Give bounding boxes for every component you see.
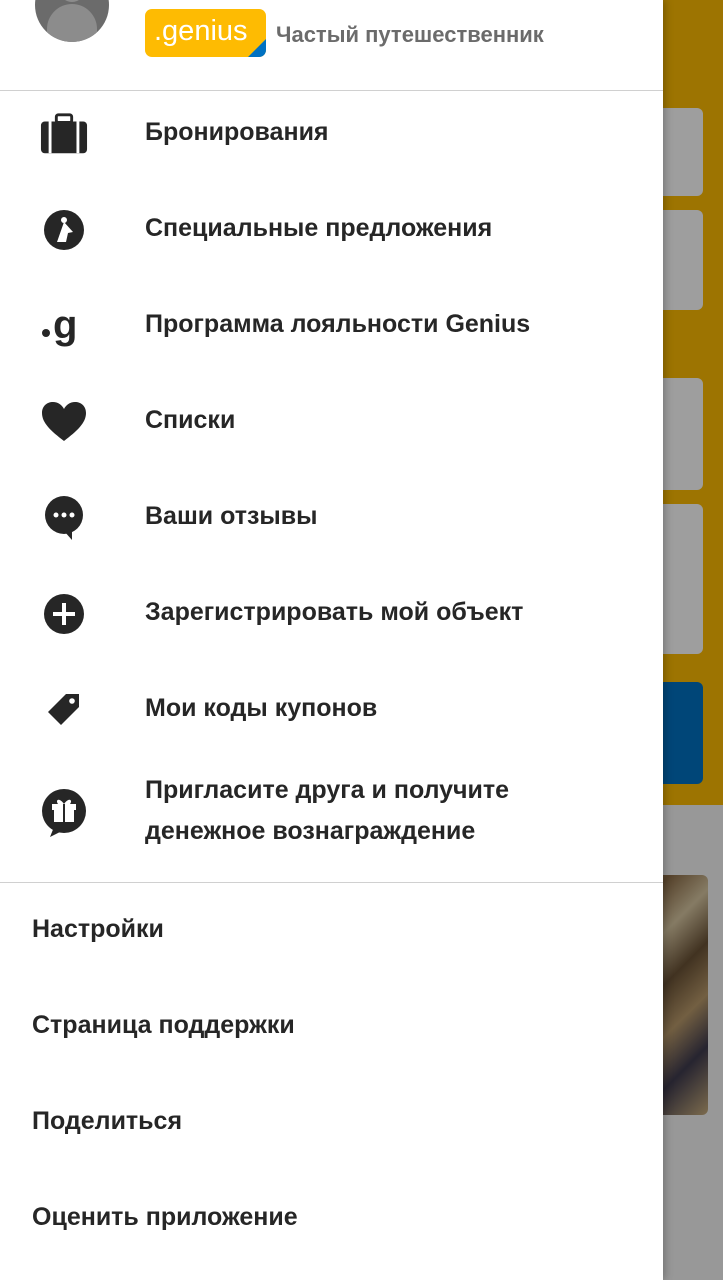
- menu-item-label: Пригласите друга и получите денежное воз…: [145, 776, 510, 845]
- menu-item-register-property[interactable]: Зарегистрировать мой объект: [0, 566, 663, 662]
- navigation-drawer: .genius Частый путешественник Бронирован…: [0, 0, 663, 1280]
- menu-item-label: Списки: [145, 406, 236, 434]
- menu-item-share[interactable]: Поделиться: [0, 1075, 663, 1171]
- menu-item-label: Программа лояльности Genius: [145, 310, 531, 338]
- menu-item-support[interactable]: Страница поддержки: [0, 979, 663, 1075]
- plus-circle-icon: [40, 590, 88, 638]
- genius-badge-text: .genius: [154, 15, 248, 47]
- menu-item-special-offers[interactable]: Специальные предложения: [0, 182, 663, 278]
- speech-bubble-icon: [40, 494, 88, 542]
- menu-item-coupon-codes[interactable]: Мои коды купонов: [0, 662, 663, 758]
- menu-item-label: Специальные предложения: [145, 214, 493, 242]
- genius-badge: .genius: [145, 9, 266, 57]
- genius-tier-label: Частый путешественник: [276, 22, 544, 47]
- menu-item-label: Поделиться: [32, 1107, 183, 1135]
- menu-item-label: Ваши отзывы: [145, 502, 318, 530]
- menu-item-label: Зарегистрировать мой объект: [145, 598, 524, 626]
- menu-item-lists[interactable]: Списки: [0, 374, 663, 470]
- profile-header[interactable]: .genius Частый путешественник: [0, 0, 663, 90]
- menu-item-reviews[interactable]: Ваши отзывы: [0, 470, 663, 566]
- menu-item-label: Бронирования: [145, 118, 329, 146]
- svg-text:g: g: [53, 303, 77, 347]
- menu-item-label: Настройки: [32, 915, 164, 943]
- menu-item-rate-app[interactable]: Оценить приложение: [0, 1171, 663, 1267]
- menu-item-bookings[interactable]: Бронирования: [0, 86, 663, 182]
- menu-item-label: Оценить приложение: [32, 1203, 298, 1231]
- menu-item-invite-friend[interactable]: Пригласите друга и получите денежное воз…: [0, 758, 663, 868]
- menu-item-genius[interactable]: g Программа лояльности Genius: [0, 278, 663, 374]
- heart-icon: [40, 398, 88, 446]
- gift-bubble-icon: [40, 789, 88, 838]
- menu-item-label: Страница поддержки: [32, 1011, 295, 1039]
- menu-item-label: Мои коды купонов: [145, 694, 378, 722]
- tag-icon: [40, 686, 88, 734]
- menu-item-settings[interactable]: Настройки: [0, 883, 663, 979]
- briefcase-icon: [40, 110, 88, 158]
- genius-g-icon: g: [40, 302, 88, 350]
- avatar-icon[interactable]: [35, 0, 109, 42]
- deals-icon: [40, 206, 88, 254]
